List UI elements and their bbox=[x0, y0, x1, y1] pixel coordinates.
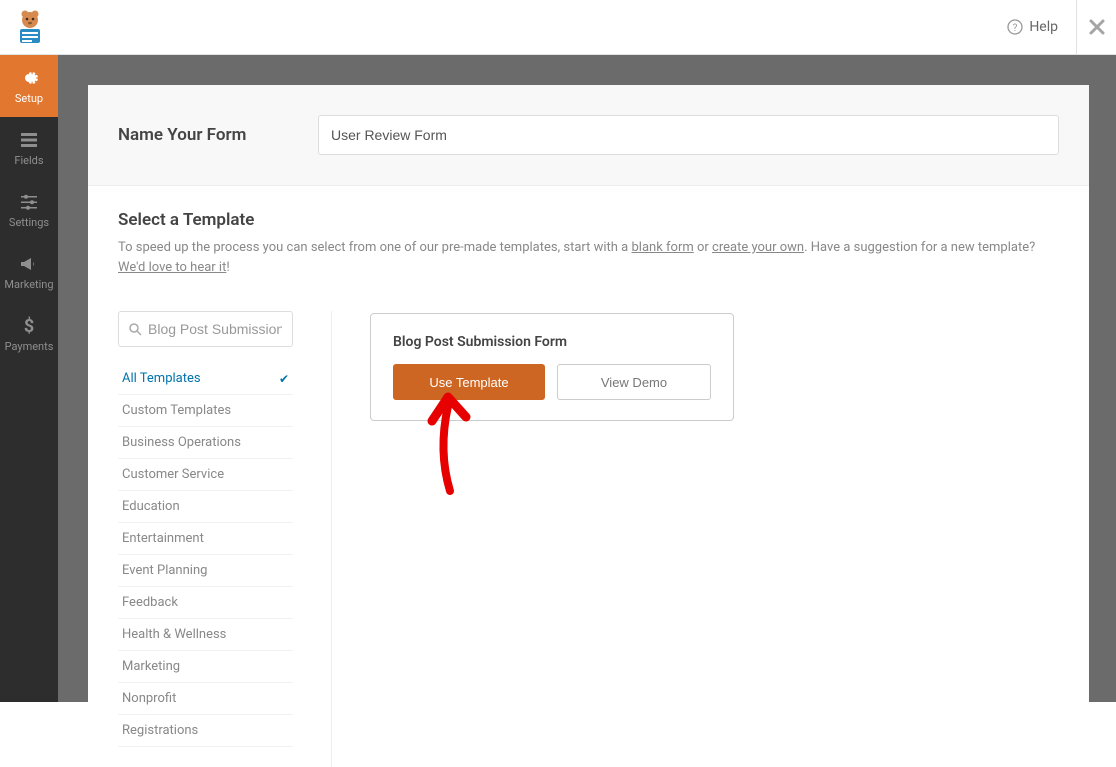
template-title: Select a Template bbox=[118, 210, 1059, 230]
template-description: To speed up the process you can select f… bbox=[118, 238, 1059, 277]
logo[interactable] bbox=[0, 0, 60, 55]
wpforms-logo-icon bbox=[10, 7, 50, 47]
form-name-input[interactable] bbox=[318, 115, 1059, 155]
view-demo-button[interactable]: View Demo bbox=[557, 364, 711, 400]
top-bar: ? Help bbox=[0, 0, 1116, 55]
sidebar-item-fields[interactable]: Fields bbox=[0, 117, 58, 179]
dollar-icon: $ bbox=[19, 316, 39, 336]
search-icon bbox=[129, 323, 142, 336]
category-list: All Templates✔ Custom Templates Business… bbox=[118, 363, 293, 747]
template-body: All Templates✔ Custom Templates Business… bbox=[88, 301, 1089, 767]
sidebar-label: Fields bbox=[14, 154, 43, 167]
category-column: All Templates✔ Custom Templates Business… bbox=[118, 311, 293, 767]
top-right-controls: ? Help bbox=[989, 0, 1116, 55]
template-card: Blog Post Submission Form Use Template V… bbox=[370, 313, 734, 421]
create-own-link[interactable]: create your own bbox=[712, 240, 804, 255]
template-section-header: Select a Template To speed up the proces… bbox=[88, 186, 1089, 301]
sidebar-label: Setup bbox=[15, 92, 43, 105]
sidebar-item-setup[interactable]: Setup bbox=[0, 55, 58, 117]
category-health-wellness[interactable]: Health & Wellness bbox=[118, 619, 293, 651]
category-business-operations[interactable]: Business Operations bbox=[118, 427, 293, 459]
close-button[interactable] bbox=[1076, 0, 1116, 55]
bullhorn-icon bbox=[19, 254, 39, 274]
sidebar-label: Marketing bbox=[4, 278, 53, 291]
setup-panel: Name Your Form Select a Template To spee… bbox=[88, 85, 1089, 702]
sliders-icon bbox=[19, 192, 39, 212]
content-area: Name Your Form Select a Template To spee… bbox=[58, 55, 1116, 702]
help-link[interactable]: ? Help bbox=[989, 19, 1076, 35]
category-event-planning[interactable]: Event Planning bbox=[118, 555, 293, 587]
svg-text:$: $ bbox=[24, 316, 34, 336]
category-education[interactable]: Education bbox=[118, 491, 293, 523]
suggestion-link[interactable]: We'd love to hear it bbox=[118, 260, 226, 275]
sidebar-label: Settings bbox=[9, 216, 49, 229]
main-wrapper: Setup Fields Settings Marketing $ Paymen… bbox=[0, 55, 1116, 702]
check-icon: ✔ bbox=[279, 372, 289, 386]
category-custom-templates[interactable]: Custom Templates bbox=[118, 395, 293, 427]
category-entertainment[interactable]: Entertainment bbox=[118, 523, 293, 555]
card-buttons: Use Template View Demo bbox=[393, 364, 711, 400]
help-label: Help bbox=[1029, 19, 1058, 35]
results-column: Blog Post Submission Form Use Template V… bbox=[370, 311, 1059, 767]
search-input[interactable] bbox=[148, 321, 282, 337]
template-card-title: Blog Post Submission Form bbox=[393, 334, 711, 350]
category-all-templates[interactable]: All Templates✔ bbox=[118, 363, 293, 395]
list-icon bbox=[19, 130, 39, 150]
category-registrations[interactable]: Registrations bbox=[118, 715, 293, 747]
blank-form-link[interactable]: blank form bbox=[631, 240, 693, 255]
category-customer-service[interactable]: Customer Service bbox=[118, 459, 293, 491]
sidebar-item-payments[interactable]: $ Payments bbox=[0, 303, 58, 365]
svg-text:?: ? bbox=[1013, 23, 1018, 34]
sidebar: Setup Fields Settings Marketing $ Paymen… bbox=[0, 55, 58, 702]
template-search[interactable] bbox=[118, 311, 293, 347]
category-nonprofit[interactable]: Nonprofit bbox=[118, 683, 293, 715]
vertical-divider bbox=[331, 311, 332, 767]
category-feedback[interactable]: Feedback bbox=[118, 587, 293, 619]
use-template-button[interactable]: Use Template bbox=[393, 364, 545, 400]
sidebar-label: Payments bbox=[5, 340, 54, 353]
help-icon: ? bbox=[1007, 19, 1023, 35]
gear-icon bbox=[19, 68, 39, 88]
form-name-label: Name Your Form bbox=[118, 125, 318, 145]
category-marketing[interactable]: Marketing bbox=[118, 651, 293, 683]
sidebar-item-settings[interactable]: Settings bbox=[0, 179, 58, 241]
form-name-row: Name Your Form bbox=[88, 85, 1089, 186]
close-icon bbox=[1089, 19, 1105, 35]
sidebar-item-marketing[interactable]: Marketing bbox=[0, 241, 58, 303]
